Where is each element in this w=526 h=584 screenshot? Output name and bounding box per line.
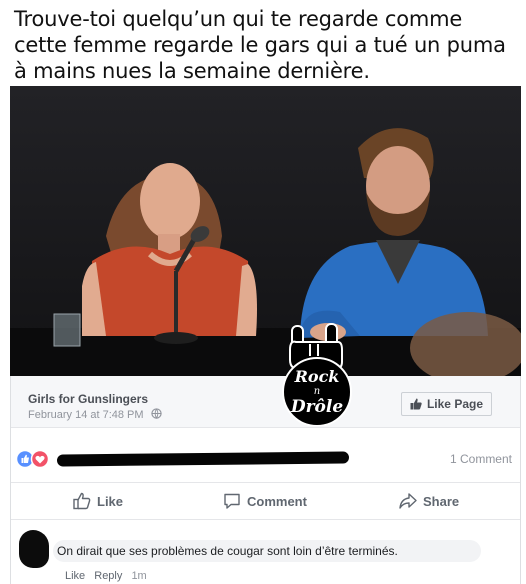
- meme-caption: Trouve-toi quelqu’un qui te regarde comm…: [14, 7, 506, 83]
- post-date-text: February 14 at 7:48 PM: [28, 409, 144, 421]
- comment-button[interactable]: Comment: [223, 492, 307, 510]
- post-action-bar: Like Comment Share: [11, 482, 520, 520]
- comment-text: On dirait que ses problèmes de cougar so…: [53, 540, 481, 562]
- facebook-post-card: Girls for Gunslingers February 14 at 7:4…: [10, 376, 521, 584]
- share-label: Share: [423, 494, 460, 509]
- globe-icon: [150, 408, 162, 419]
- comment-thread: On dirait que ses problèmes de cougar so…: [11, 528, 520, 584]
- like-button[interactable]: Like: [73, 492, 123, 510]
- like-label: Like: [97, 494, 124, 509]
- post-timestamp[interactable]: February 14 at 7:48 PM: [28, 408, 162, 421]
- like-page-label: Like Page: [426, 397, 483, 411]
- share-icon: [399, 493, 417, 509]
- avatar[interactable]: [19, 530, 49, 568]
- water-glass: [53, 313, 81, 347]
- reactions-summary: 1 Comment: [11, 446, 520, 472]
- share-button[interactable]: Share: [399, 492, 459, 510]
- thumbs-up-icon: [410, 398, 422, 410]
- comment-like-link[interactable]: Like: [65, 570, 85, 582]
- rock-n-drole-logo: Rock n Drôle: [276, 320, 358, 427]
- logo-text-rock: Rock: [294, 367, 340, 386]
- logo-text-drole: Drôle: [290, 397, 343, 417]
- post-photo[interactable]: [10, 86, 521, 376]
- comment-count-link[interactable]: 1 Comment: [450, 452, 512, 466]
- redacted-reactor-names: [56, 451, 350, 467]
- comment-reply-link[interactable]: Reply: [94, 570, 122, 582]
- like-page-button[interactable]: Like Page: [400, 392, 492, 416]
- like-icon: [73, 492, 91, 510]
- reaction-icons[interactable]: [15, 449, 51, 469]
- page-name-link[interactable]: Girls for Gunslingers: [28, 392, 148, 406]
- logo-text-n: n: [314, 386, 320, 397]
- shared-post-header: Girls for Gunslingers February 14 at 7:4…: [11, 376, 520, 428]
- rock-hand-icon: Rock n Drôle: [282, 323, 352, 427]
- photo-scene: [10, 86, 521, 376]
- comment-icon: [224, 493, 240, 509]
- comment-label: Comment: [247, 494, 307, 509]
- comment-time[interactable]: 1m: [131, 570, 146, 582]
- comment-actions: Like Reply 1m: [65, 570, 153, 582]
